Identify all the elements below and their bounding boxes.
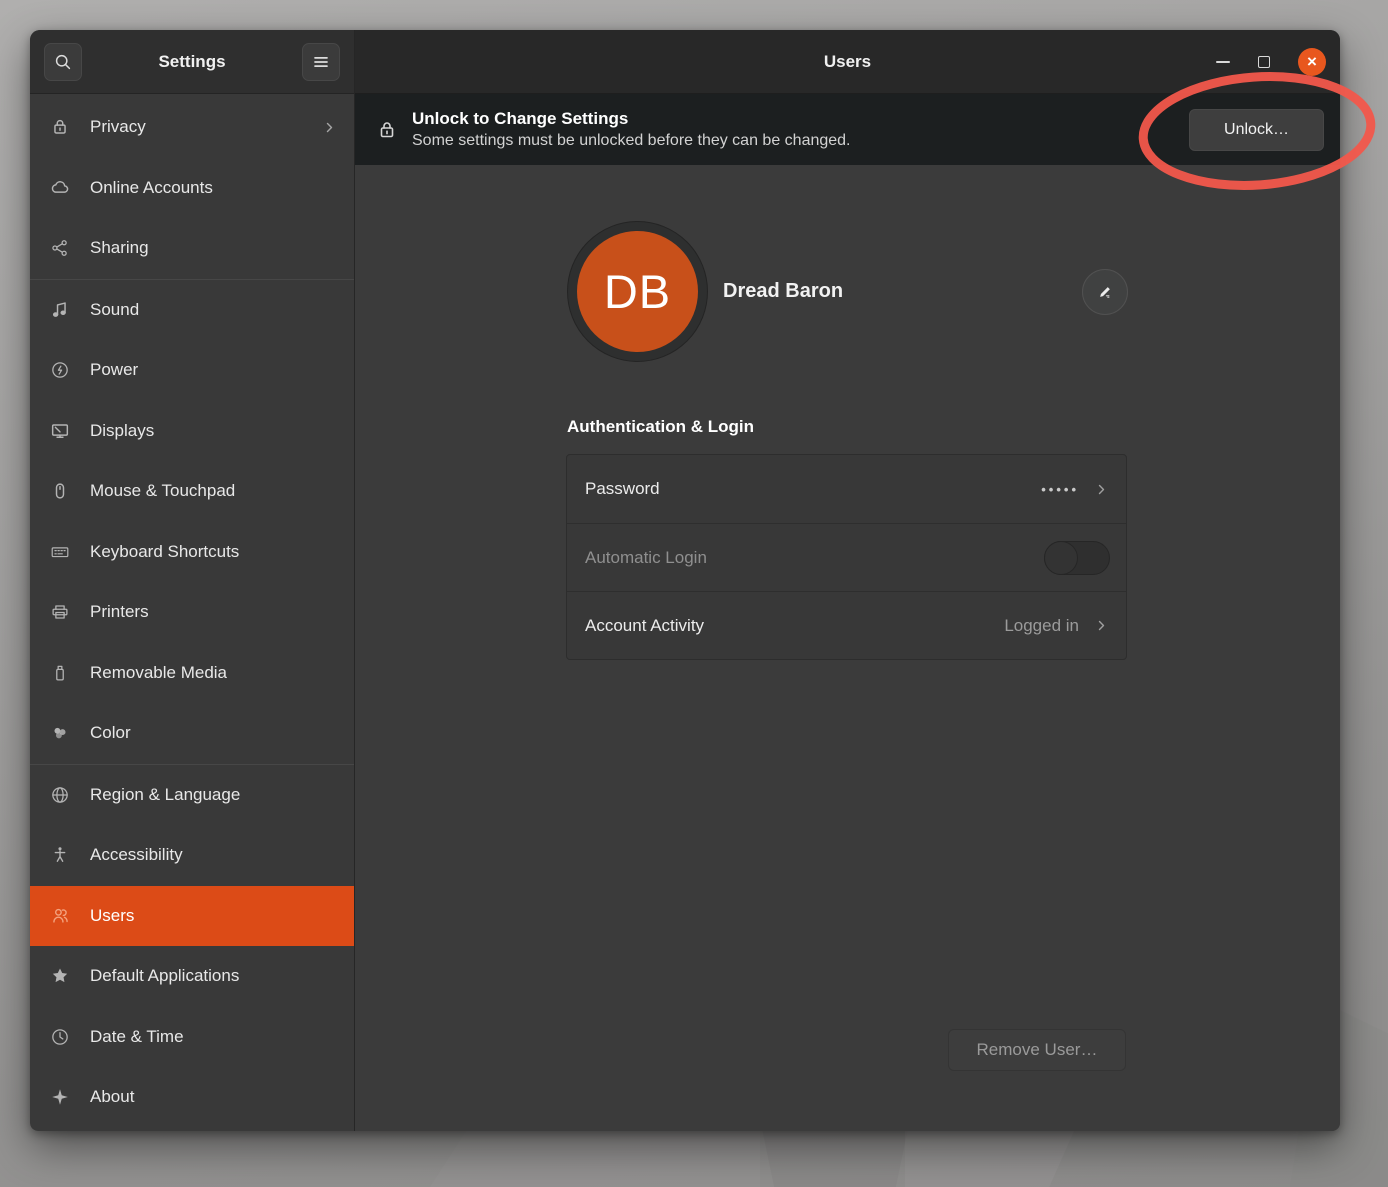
- sidebar: Settings Privacy Onl: [30, 30, 355, 1131]
- search-button[interactable]: [44, 43, 82, 81]
- sidebar-item-about[interactable]: About: [30, 1067, 354, 1128]
- color-circles-icon: [48, 721, 72, 745]
- sidebar-item-keyboard-shortcuts[interactable]: Keyboard Shortcuts: [30, 522, 354, 583]
- flash-drive-icon: [48, 661, 72, 685]
- sidebar-item-users[interactable]: Users: [30, 886, 354, 947]
- unlock-banner-title: Unlock to Change Settings: [412, 109, 851, 129]
- pencil-icon: [1095, 282, 1115, 302]
- edit-name-button[interactable]: [1082, 269, 1128, 315]
- maximize-button[interactable]: [1258, 56, 1270, 68]
- search-icon: [52, 51, 74, 73]
- password-dots: •••••: [1041, 482, 1079, 497]
- sidebar-title: Settings: [158, 52, 225, 72]
- sidebar-item-date-time[interactable]: Date & Time: [30, 1007, 354, 1068]
- sidebar-item-label: Date & Time: [90, 1027, 184, 1047]
- menu-button[interactable]: [302, 43, 340, 81]
- settings-window: Settings Privacy Onl: [30, 30, 1340, 1131]
- sidebar-item-label: Default Applications: [90, 966, 239, 986]
- share-icon: [48, 236, 72, 260]
- user-row: DB Dread Baron: [567, 221, 1128, 362]
- users-page: DB Dread Baron Authentication & Login Pa…: [355, 165, 1340, 1131]
- mouse-icon: [48, 479, 72, 503]
- sidebar-item-accessibility[interactable]: Accessibility: [30, 825, 354, 886]
- password-row[interactable]: Password •••••: [567, 455, 1126, 523]
- window-controls: ×: [1216, 30, 1326, 93]
- sidebar-item-default-applications[interactable]: Default Applications: [30, 946, 354, 1007]
- chevron-right-icon: [321, 119, 338, 136]
- lock-icon: [375, 118, 399, 142]
- accessibility-icon: [48, 843, 72, 867]
- sidebar-item-label: About: [90, 1087, 134, 1107]
- auth-card: Password ••••• Automatic Login: [566, 454, 1127, 660]
- sidebar-item-region-language[interactable]: Region & Language: [30, 765, 354, 826]
- close-icon: ×: [1307, 53, 1317, 70]
- chevron-right-icon: [1093, 617, 1110, 634]
- sidebar-item-label: Mouse & Touchpad: [90, 481, 235, 501]
- page-title: Users: [824, 52, 871, 72]
- sidebar-item-label: Sound: [90, 300, 139, 320]
- clock-icon: [48, 1025, 72, 1049]
- sidebar-item-label: Region & Language: [90, 785, 240, 805]
- user-name: Dread Baron: [723, 280, 843, 303]
- sidebar-item-label: Accessibility: [90, 845, 183, 865]
- avatar-initials: DB: [577, 231, 698, 352]
- monitor-icon: [48, 419, 72, 443]
- close-button[interactable]: ×: [1298, 48, 1326, 76]
- automatic-login-toggle[interactable]: [1044, 541, 1110, 575]
- account-activity-row[interactable]: Account Activity Logged in: [567, 591, 1126, 659]
- sparkle-icon: [48, 1085, 72, 1109]
- sidebar-item-displays[interactable]: Displays: [30, 401, 354, 462]
- unlock-banner-subtitle: Some settings must be unlocked before th…: [412, 132, 851, 150]
- auth-section-heading: Authentication & Login: [567, 417, 754, 437]
- sidebar-item-color[interactable]: Color: [30, 703, 354, 764]
- globe-icon: [48, 783, 72, 807]
- sidebar-item-label: Printers: [90, 602, 149, 622]
- sidebar-item-sharing[interactable]: Sharing: [30, 218, 354, 279]
- headerbar: Users ×: [355, 30, 1340, 94]
- avatar[interactable]: DB: [567, 221, 708, 362]
- sidebar-item-removable-media[interactable]: Removable Media: [30, 643, 354, 704]
- automatic-login-label: Automatic Login: [585, 548, 707, 568]
- sidebar-item-printers[interactable]: Printers: [30, 582, 354, 643]
- sidebar-header: Settings: [30, 30, 354, 94]
- hamburger-menu-icon: [310, 51, 332, 73]
- unlock-banner: Unlock to Change Settings Some settings …: [355, 94, 1340, 165]
- account-activity-value: Logged in: [1004, 616, 1079, 636]
- automatic-login-row: Automatic Login: [567, 523, 1126, 591]
- sidebar-item-label: Color: [90, 723, 131, 743]
- sidebar-item-label: Users: [90, 906, 134, 926]
- sidebar-item-mouse-touchpad[interactable]: Mouse & Touchpad: [30, 461, 354, 522]
- sidebar-item-label: Privacy: [90, 117, 146, 137]
- printer-icon: [48, 600, 72, 624]
- sidebar-item-label: Power: [90, 360, 138, 380]
- sidebar-item-online-accounts[interactable]: Online Accounts: [30, 158, 354, 219]
- unlock-banner-text: Unlock to Change Settings Some settings …: [412, 109, 851, 150]
- chevron-right-icon: [1093, 481, 1110, 498]
- cloud-icon: [48, 176, 72, 200]
- sidebar-item-privacy[interactable]: Privacy: [30, 97, 354, 158]
- sidebar-item-label: Displays: [90, 421, 154, 441]
- sidebar-list: Privacy Online Accounts Sharing: [30, 94, 354, 1131]
- remove-user-button[interactable]: Remove User…: [948, 1029, 1126, 1071]
- content-pane: Users × Unlock to Change Settings Some s…: [355, 30, 1340, 1131]
- lock-icon: [48, 115, 72, 139]
- password-label: Password: [585, 479, 660, 499]
- sidebar-item-label: Keyboard Shortcuts: [90, 542, 239, 562]
- sidebar-item-sound[interactable]: Sound: [30, 280, 354, 341]
- sidebar-item-label: Removable Media: [90, 663, 227, 683]
- minimize-button[interactable]: [1216, 61, 1230, 63]
- toggle-knob: [1044, 541, 1078, 575]
- users-icon: [48, 904, 72, 928]
- sidebar-item-label: Online Accounts: [90, 178, 213, 198]
- keyboard-icon: [48, 540, 72, 564]
- music-note-icon: [48, 298, 72, 322]
- sidebar-item-label: Sharing: [90, 238, 149, 258]
- account-activity-label: Account Activity: [585, 616, 704, 636]
- star-icon: [48, 964, 72, 988]
- unlock-button[interactable]: Unlock…: [1189, 109, 1324, 151]
- sidebar-item-power[interactable]: Power: [30, 340, 354, 401]
- power-icon: [48, 358, 72, 382]
